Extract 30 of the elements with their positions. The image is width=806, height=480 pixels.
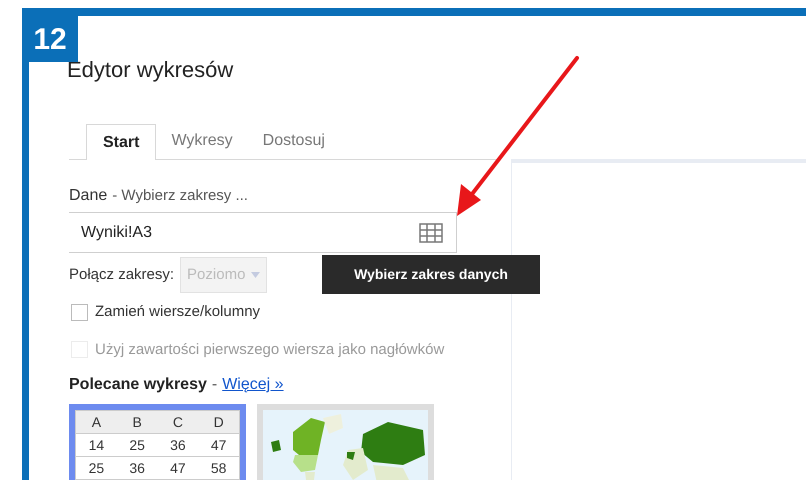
chart-thumbnail[interactable]: A B C D 14 25 36 47 25 36 47 58	[69, 404, 246, 480]
tab[interactable]: Wykresy	[156, 123, 248, 159]
table-cell-text: 36	[169, 436, 187, 455]
section-title: Polecane wykresy	[69, 375, 207, 395]
checkbox-label: Zamień wiersze/kolumny	[95, 302, 260, 322]
range-field[interactable]: Wyniki!A3	[69, 212, 457, 253]
column-header: C	[172, 413, 184, 432]
tooltip: Wybierz zakres danych	[322, 255, 540, 294]
table-cell-text: 25	[88, 459, 106, 478]
tab[interactable]: Dostosuj	[248, 123, 340, 159]
column-header: B	[131, 413, 143, 432]
table-cell-text: 47	[210, 436, 228, 455]
range-value: Wyniki!A3	[81, 222, 152, 242]
table-cell-text: 58	[210, 459, 228, 478]
checkbox[interactable]	[71, 304, 88, 321]
table-cell-text: 25	[128, 436, 146, 455]
combine-label: Połącz zakresy:	[69, 264, 174, 285]
section-hint: - Wybierz zakresy ...	[112, 186, 248, 206]
column-header: D	[212, 413, 225, 432]
more-link[interactable]: Więcej »	[222, 373, 284, 397]
column-header: A	[90, 413, 102, 432]
grid-icon[interactable]	[419, 222, 443, 242]
checkbox-label: Użyj zawartości pierwszego wiersza jako nagłówków	[95, 340, 444, 360]
tab[interactable]: Start	[86, 124, 156, 160]
section-label: Dane	[69, 186, 108, 206]
table-cell-text: 14	[88, 436, 106, 455]
table-cell-text: 36	[128, 459, 146, 478]
separator: -	[212, 375, 218, 395]
caret-icon	[251, 272, 260, 278]
table-cell-text: 47	[169, 459, 187, 478]
